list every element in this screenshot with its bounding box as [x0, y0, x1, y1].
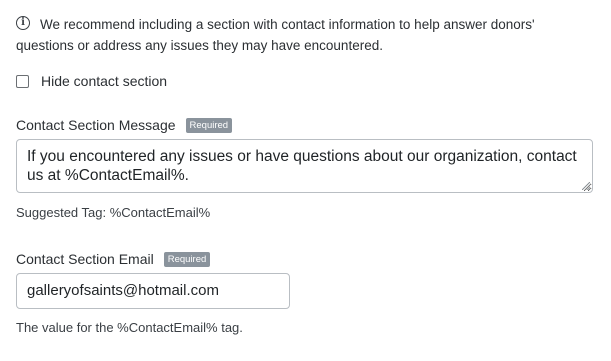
info-text-line1: We recommend including a section with co… — [40, 17, 535, 32]
contact-email-input[interactable]: galleryofsaints@hotmail.com — [16, 273, 290, 309]
resize-grip-icon[interactable] — [582, 182, 590, 190]
contact-message-label: Contact Section Message — [16, 117, 176, 133]
hide-contact-checkbox[interactable] — [16, 74, 29, 88]
info-icon: i — [16, 16, 30, 30]
info-notice: i We recommend including a section with … — [16, 14, 596, 56]
contact-message-label-row: Contact Section Message Required — [16, 117, 233, 133]
required-badge: Required — [185, 117, 233, 133]
contact-message-value[interactable]: If you encountered any issues or have qu… — [27, 148, 577, 184]
info-text-line2: questions or address any issues they may… — [16, 38, 383, 53]
contact-settings-panel: i We recommend including a section with … — [0, 0, 611, 361]
info-text: We recommend including a section with co… — [16, 14, 535, 56]
hide-contact-row[interactable]: Hide contact section — [16, 73, 167, 89]
contact-email-label: Contact Section Email — [16, 251, 154, 267]
contact-email-label-row: Contact Section Email Required — [16, 251, 211, 267]
suggested-tag-hint: Suggested Tag: %ContactEmail% — [16, 205, 211, 220]
contact-email-hint: The value for the %ContactEmail% tag. — [16, 320, 243, 335]
contact-message-textarea[interactable]: If you encountered any issues or have qu… — [16, 139, 593, 193]
required-badge: Required — [163, 251, 211, 267]
hide-contact-label[interactable]: Hide contact section — [41, 73, 167, 89]
